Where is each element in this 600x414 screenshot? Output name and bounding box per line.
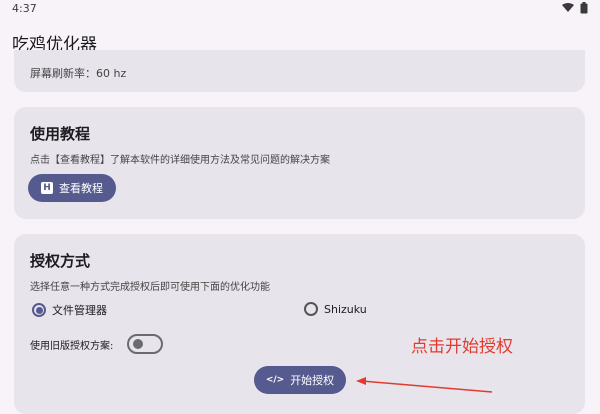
- book-h-icon: H: [41, 182, 53, 194]
- radio-shizuku[interactable]: Shizuku: [304, 302, 367, 316]
- radio-selected-icon[interactable]: [32, 303, 46, 317]
- tutorial-card: 使用教程 点击【查看教程】了解本软件的详细使用方法及常见问题的解决方案 H 查看…: [14, 107, 585, 219]
- tutorial-title: 使用教程: [30, 125, 91, 143]
- display-info-card: 屏幕刷新率：60 hz: [14, 50, 585, 92]
- annotation-text: 点击开始授权: [411, 337, 513, 357]
- status-icons: [562, 2, 588, 14]
- tutorial-description: 点击【查看教程】了解本软件的详细使用方法及常见问题的解决方案: [30, 155, 330, 166]
- auth-title: 授权方式: [30, 252, 91, 270]
- legacy-auth-row: 使用旧版授权方案:: [30, 334, 164, 354]
- start-auth-button[interactable]: </> 开始授权: [254, 366, 346, 394]
- view-tutorial-button[interactable]: H 查看教程: [28, 174, 116, 202]
- code-icon: </>: [265, 375, 285, 385]
- status-bar: 4:37: [0, 0, 600, 18]
- radio-shizuku-label: Shizuku: [324, 302, 367, 316]
- start-auth-label: 开始授权: [290, 374, 335, 387]
- radio-file-manager-label: 文件管理器: [52, 304, 107, 317]
- legacy-auth-label: 使用旧版授权方案:: [30, 340, 114, 352]
- status-time: 4:37: [12, 2, 37, 15]
- auth-description: 选择任意一种方式完成授权后即可使用下面的优化功能: [30, 282, 270, 293]
- radio-unselected-icon[interactable]: [304, 302, 318, 316]
- refresh-rate-text: 屏幕刷新率：60 hz: [30, 67, 127, 80]
- radio-file-manager[interactable]: 文件管理器: [32, 302, 107, 318]
- wifi-icon: [562, 3, 574, 12]
- auth-card: 授权方式 选择任意一种方式完成授权后即可使用下面的优化功能 文件管理器 Shiz…: [14, 234, 585, 414]
- view-tutorial-label: 查看教程: [59, 182, 103, 195]
- legacy-auth-toggle[interactable]: [127, 334, 164, 354]
- battery-icon: [580, 2, 588, 14]
